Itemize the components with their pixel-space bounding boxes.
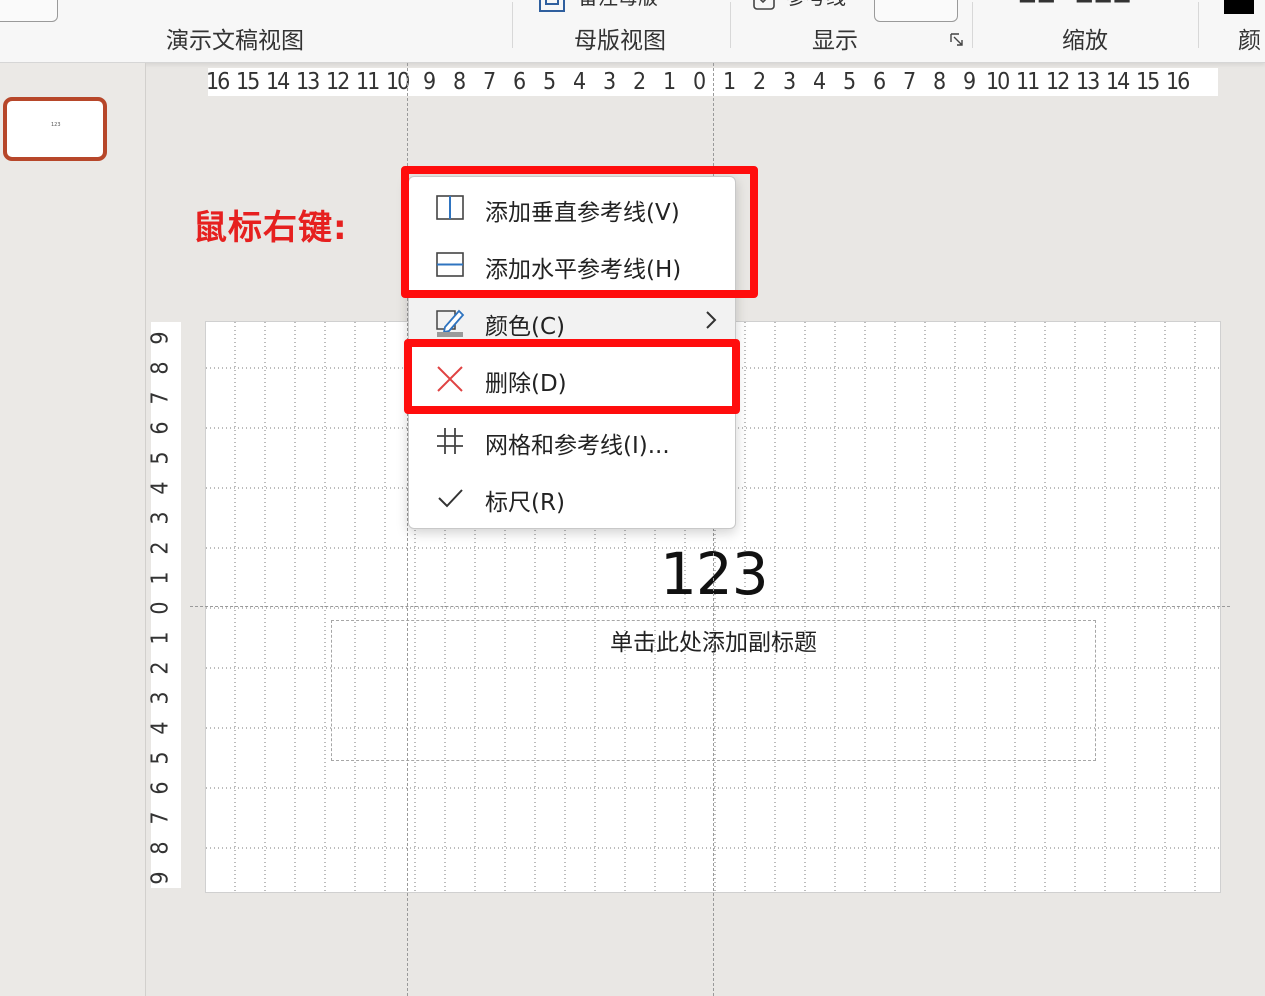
checkmark-icon (438, 489, 463, 508)
ruler-v-number: 2 (147, 541, 174, 555)
ribbon-separator (1198, 2, 1199, 48)
ruler-v-number: 0 (147, 601, 174, 615)
ruler-h-number: 3 (603, 69, 617, 95)
ruler-h-number: 14 (266, 69, 290, 95)
menu-item-label: 标尺(R) (485, 490, 565, 516)
menu-item-add-horizontal-guide[interactable]: 添加水平参考线(H) (409, 238, 735, 290)
ruler-h-number: 16 (206, 69, 230, 95)
group-label-presentation-views: 演示文稿视图 (166, 28, 304, 54)
grid-icon (437, 428, 463, 454)
ribbon-button-partial[interactable] (0, 0, 58, 22)
context-menu: 添加垂直参考线(V) 添加水平参考线(H) 颜色(C) 删除(D) 网格和参考线… (408, 176, 736, 529)
annotation-right-click: 鼠标右键: (193, 208, 348, 248)
menu-item-label: 网格和参考线(I)... (485, 433, 670, 459)
menu-item-label: 删除(D) (485, 371, 567, 397)
ruler-v-number: 5 (147, 751, 174, 765)
notes-master-icon[interactable] (538, 0, 568, 14)
ruler-h-number: 15 (236, 69, 260, 95)
menu-item-label: 添加垂直参考线(V) (485, 200, 680, 226)
ruler-h-number: 8 (453, 69, 467, 95)
ruler-h-number: 7 (903, 69, 917, 95)
ribbon-separator (512, 2, 513, 48)
menu-item-color[interactable]: 颜色(C) (409, 295, 735, 347)
ruler-h-number: 6 (873, 69, 887, 95)
ruler-h-number: 8 (933, 69, 947, 95)
menu-item-add-vertical-guide[interactable]: 添加垂直参考线(V) (409, 181, 735, 233)
ruler-h-number: 10 (386, 69, 410, 95)
notes-master-label[interactable]: 备注母版 (578, 0, 658, 8)
ruler-v-number: 3 (147, 691, 174, 705)
ruler-v-number: 7 (147, 391, 174, 405)
delete-x-icon (437, 366, 463, 392)
horizontal-guide-icon (436, 252, 464, 277)
ruler-h-number: 10 (986, 69, 1010, 95)
pen-color-icon (436, 309, 465, 337)
ruler-h-number: 11 (1016, 69, 1040, 95)
thumbnail-title: 123 (51, 122, 61, 128)
ruler-v-number: 9 (147, 331, 174, 345)
ruler-h-number: 13 (296, 69, 320, 95)
ruler-v-number: 4 (147, 481, 174, 495)
vertical-guide-icon (436, 195, 464, 220)
ruler-v-number: 8 (147, 841, 174, 855)
ruler-v-number: 8 (147, 361, 174, 375)
ruler-v-number: 9 (147, 871, 174, 885)
ruler-h-number: 12 (326, 69, 350, 95)
ruler-h-number: 12 (1046, 69, 1070, 95)
ruler-h-number: 15 (1136, 69, 1160, 95)
ruler-v-number: 4 (147, 721, 174, 735)
menu-item-delete[interactable]: 删除(D) (409, 352, 735, 404)
ruler-h-number: 13 (1076, 69, 1100, 95)
group-label-show: 显示 (812, 28, 858, 54)
checkbox-icon[interactable] (752, 0, 778, 12)
ruler-h-number: 14 (1106, 69, 1130, 95)
ribbon-separator (730, 2, 731, 48)
ruler-h-number: 9 (423, 69, 437, 95)
ruler-v-number: 6 (147, 421, 174, 435)
ruler-h-number: 2 (633, 69, 647, 95)
ribbon-separator (972, 2, 973, 48)
ruler-v-number: 6 (147, 781, 174, 795)
menu-item-ruler[interactable]: 标尺(R) (409, 471, 735, 523)
ruler-h-number: 5 (843, 69, 857, 95)
ruler-h-number: 5 (543, 69, 557, 95)
ruler-h-number: 7 (483, 69, 497, 95)
menu-item-grid-and-guides[interactable]: 网格和参考线(I)... (409, 414, 735, 466)
chevron-right-icon (706, 311, 717, 329)
ruler-h-number: 1 (723, 69, 737, 95)
ruler-h-number: 11 (356, 69, 380, 95)
ruler-h-number: 4 (813, 69, 827, 95)
ribbon-cut-text-zoom: ▬▬ ▬▬▬ (1018, 0, 1132, 8)
ruler-v-number: 1 (147, 631, 174, 645)
slide-thumbnail-1[interactable]: 123 (3, 97, 107, 161)
ruler-v-number: 3 (147, 511, 174, 525)
ruler-h-number: 9 (963, 69, 977, 95)
ruler-h-number: 1 (663, 69, 677, 95)
menu-item-label: 添加水平参考线(H) (485, 257, 682, 283)
group-label-master-views: 母版视图 (574, 28, 666, 54)
guides-label[interactable]: 参考线 (786, 0, 846, 8)
ruler-h-number: 3 (783, 69, 797, 95)
ruler-h-number: 16 (1166, 69, 1190, 95)
ruler-h-number: 2 (753, 69, 767, 95)
menu-item-label: 颜色(C) (485, 314, 566, 340)
ruler-h-number: 6 (513, 69, 527, 95)
vertical-ruler[interactable]: 9 8 7 6 5 4 3 2 1 0 1 2 3 4 5 6 7 8 9 (148, 322, 181, 888)
ruler-v-number: 7 (147, 811, 174, 825)
ribbon-button-partial-2[interactable] (874, 0, 958, 22)
ruler-h-number: 0 (693, 69, 707, 95)
group-label-zoom: 缩放 (1062, 28, 1108, 54)
slide-thumbnail-pane[interactable] (0, 63, 146, 996)
horizontal-guide-center[interactable] (190, 606, 1230, 607)
ruler-v-number: 1 (147, 571, 174, 585)
ruler-h-number: 4 (573, 69, 587, 95)
color-swatch[interactable] (1224, 0, 1254, 14)
ribbon: 备注母版 参考线 ▬▬ ▬▬▬ 演示文稿视图 母版视图 显示 缩放 颜 (0, 0, 1265, 63)
ruler-v-number: 2 (147, 661, 174, 675)
group-label-color-partial: 颜 (1238, 28, 1261, 54)
dialog-launcher-icon[interactable] (950, 33, 964, 47)
ruler-v-number: 5 (147, 451, 174, 465)
